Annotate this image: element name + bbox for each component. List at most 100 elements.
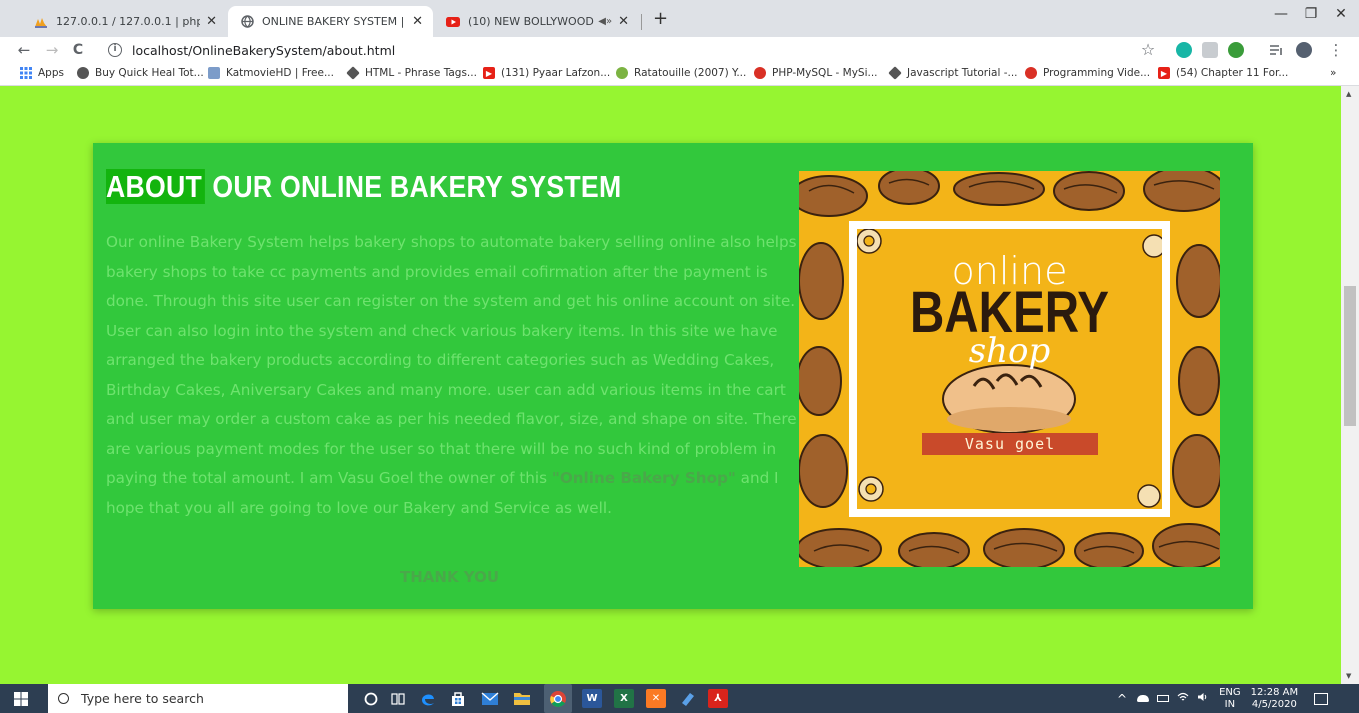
bookmark-star-icon[interactable]: ☆ bbox=[1138, 40, 1158, 60]
onedrive-icon[interactable] bbox=[1137, 695, 1150, 702]
cortana-icon[interactable] bbox=[361, 689, 381, 708]
poster-ribbon-owner: Vasu goel bbox=[922, 433, 1098, 455]
grammarly-extension-icon[interactable] bbox=[1176, 42, 1192, 58]
scroll-down-arrow-icon[interactable]: ▼ bbox=[1346, 672, 1351, 680]
bookmark-chapter-11[interactable]: ▶ (54) Chapter 11 For... bbox=[1158, 67, 1288, 79]
bookmark-katmovie[interactable]: KatmovieHD | Free... bbox=[208, 67, 334, 79]
bookmark-apps[interactable]: Apps bbox=[20, 67, 64, 79]
bookmark-label: Ratatouille (2007) Y... bbox=[634, 67, 747, 79]
bookmark-label: (54) Chapter 11 For... bbox=[1176, 67, 1289, 79]
edge-icon[interactable] bbox=[418, 689, 438, 708]
back-button[interactable]: ← bbox=[14, 40, 34, 60]
file-explorer-icon[interactable] bbox=[512, 689, 532, 708]
clock-date: 4/5/2020 bbox=[1251, 698, 1297, 710]
youtube-icon bbox=[446, 15, 460, 29]
page-scrollbar[interactable]: ▲ ▼ bbox=[1341, 86, 1359, 684]
apps-grid-icon bbox=[20, 67, 32, 79]
close-window-button[interactable]: ✕ bbox=[1326, 6, 1356, 22]
taskbar-search-placeholder: Type here to search bbox=[81, 691, 204, 706]
bookmark-php-mysql[interactable]: PHP-MySQL - MySi... bbox=[754, 67, 878, 79]
about-shop-name: "Online Bakery Shop" bbox=[551, 469, 736, 487]
tab-close-icon[interactable]: ✕ bbox=[618, 14, 629, 29]
globe-icon bbox=[240, 15, 254, 29]
browser-menu-icon[interactable]: ⋮ bbox=[1326, 40, 1346, 60]
clock-time: 12:28 AM bbox=[1250, 686, 1299, 698]
tutorialspoint-icon bbox=[888, 66, 902, 80]
scroll-up-arrow-icon[interactable]: ▲ bbox=[1346, 90, 1351, 98]
language-indicator[interactable]: ENG IN bbox=[1219, 687, 1241, 711]
tray-overflow-chevron-icon[interactable]: ^ bbox=[1117, 692, 1127, 706]
address-bar[interactable]: i localhost/OnlineBakerySystem/about.htm… bbox=[108, 39, 1158, 61]
scrollbar-thumb[interactable] bbox=[1344, 286, 1356, 426]
maximize-button[interactable]: ❐ bbox=[1296, 6, 1326, 22]
wifi-icon[interactable] bbox=[1177, 692, 1189, 705]
tab-title: ONLINE BAKERY SYSTEM | Custo bbox=[262, 15, 406, 28]
about-section: ABOUT OUR ONLINE BAKERY SYSTEM Our onlin… bbox=[93, 143, 1253, 609]
bookmark-label: Apps bbox=[38, 67, 64, 79]
system-tray: ^ ENG IN 12:28 AM 4/5/2020 bbox=[1117, 684, 1329, 713]
minimize-button[interactable]: — bbox=[1266, 6, 1296, 22]
bookmark-label: HTML - Phrase Tags... bbox=[365, 67, 477, 79]
reload-button[interactable]: C bbox=[68, 40, 88, 60]
poster-text-shop: shop bbox=[968, 331, 1051, 371]
tab-title: 127.0.0.1 / 127.0.0.1 | phpMyAdm bbox=[56, 15, 201, 28]
media-control-icon[interactable] bbox=[1268, 42, 1284, 58]
windows-start-icon[interactable] bbox=[14, 692, 28, 706]
bookmark-html-phrase-tags[interactable]: HTML - Phrase Tags... bbox=[346, 66, 477, 80]
tab-phpmyadmin[interactable]: 127.0.0.1 / 127.0.0.1 | phpMyAdm ✕ bbox=[22, 6, 227, 37]
word-icon[interactable]: W bbox=[582, 689, 602, 708]
youtube-icon: ▶ bbox=[1158, 67, 1170, 79]
forward-button[interactable]: → bbox=[42, 40, 62, 60]
about-description: Our online Bakery System helps bakery sh… bbox=[106, 228, 806, 523]
bookmark-programming-videos[interactable]: Programming Vide... bbox=[1025, 67, 1150, 79]
browser-toolbar: ← → C i localhost/OnlineBakerySystem/abo… bbox=[0, 37, 1359, 63]
bookmark-label: KatmovieHD | Free... bbox=[226, 67, 334, 79]
profile-avatar[interactable] bbox=[1296, 42, 1312, 58]
clock[interactable]: 12:28 AM 4/5/2020 bbox=[1251, 687, 1298, 711]
taskbar-search-box[interactable]: Type here to search bbox=[48, 684, 348, 713]
globe-icon bbox=[77, 67, 89, 79]
about-heading-highlight: ABOUT bbox=[106, 169, 205, 204]
bookmark-javascript-tutorial[interactable]: Javascript Tutorial -... bbox=[888, 66, 1018, 80]
tab-close-icon[interactable]: ✕ bbox=[412, 14, 423, 29]
excel-icon[interactable]: X bbox=[614, 689, 634, 708]
audio-playing-icon[interactable]: ◀» bbox=[598, 16, 612, 27]
action-center-icon[interactable] bbox=[1314, 692, 1329, 705]
language-code: ENG bbox=[1219, 686, 1241, 698]
tab-title: (10) NEW BOLLYWOOD HINI bbox=[468, 15, 594, 28]
tab-online-bakery[interactable]: ONLINE BAKERY SYSTEM | Custo ✕ bbox=[228, 6, 433, 37]
browser-tab-strip: 127.0.0.1 / 127.0.0.1 | phpMyAdm ✕ ONLIN… bbox=[0, 0, 1359, 37]
tab-separator bbox=[641, 14, 642, 30]
site-info-icon[interactable]: i bbox=[108, 43, 122, 57]
acrobat-icon[interactable]: ⅄ bbox=[708, 689, 728, 708]
tutorialspoint-icon bbox=[346, 66, 360, 80]
search-icon bbox=[58, 693, 69, 704]
about-heading: ABOUT OUR ONLINE BAKERY SYSTEM bbox=[106, 169, 621, 205]
mail-icon[interactable] bbox=[480, 689, 500, 708]
notepad-icon[interactable] bbox=[678, 689, 698, 708]
bookmark-quick-heal[interactable]: Buy Quick Heal Tot... bbox=[77, 67, 204, 79]
phpmyadmin-icon bbox=[34, 15, 48, 29]
bookmark-ratatouille[interactable]: Ratatouille (2007) Y... bbox=[616, 67, 746, 79]
xampp-icon[interactable]: ✕ bbox=[646, 689, 666, 708]
movies-icon bbox=[616, 67, 628, 79]
tab-close-icon[interactable]: ✕ bbox=[206, 14, 217, 29]
bookmark-pyaar-lafzon[interactable]: ▶ (131) Pyaar Lafzon... bbox=[483, 67, 610, 79]
bookmarks-overflow-button[interactable]: » bbox=[1330, 67, 1336, 79]
bookmark-label: Javascript Tutorial -... bbox=[907, 67, 1018, 79]
new-tab-button[interactable]: + bbox=[653, 10, 668, 28]
extension-icon[interactable] bbox=[1228, 42, 1244, 58]
task-view-icon[interactable] bbox=[388, 689, 408, 708]
bookmark-label: (131) Pyaar Lafzon... bbox=[501, 67, 611, 79]
tab-youtube[interactable]: (10) NEW BOLLYWOOD HINI ◀» ✕ bbox=[434, 6, 639, 37]
extension-icon[interactable] bbox=[1202, 42, 1218, 58]
about-text-part1: Our online Bakery System helps bakery sh… bbox=[106, 233, 797, 487]
battery-icon[interactable] bbox=[1157, 695, 1170, 702]
bookmarks-bar: Apps Buy Quick Heal Tot... KatmovieHD | … bbox=[0, 63, 1359, 86]
url-text: localhost/OnlineBakerySystem/about.html bbox=[132, 42, 396, 58]
chrome-icon[interactable] bbox=[544, 684, 572, 713]
bookmark-label: Programming Vide... bbox=[1043, 67, 1151, 79]
volume-icon[interactable] bbox=[1197, 692, 1209, 705]
katmovie-icon bbox=[208, 67, 220, 79]
store-icon[interactable] bbox=[448, 689, 468, 708]
